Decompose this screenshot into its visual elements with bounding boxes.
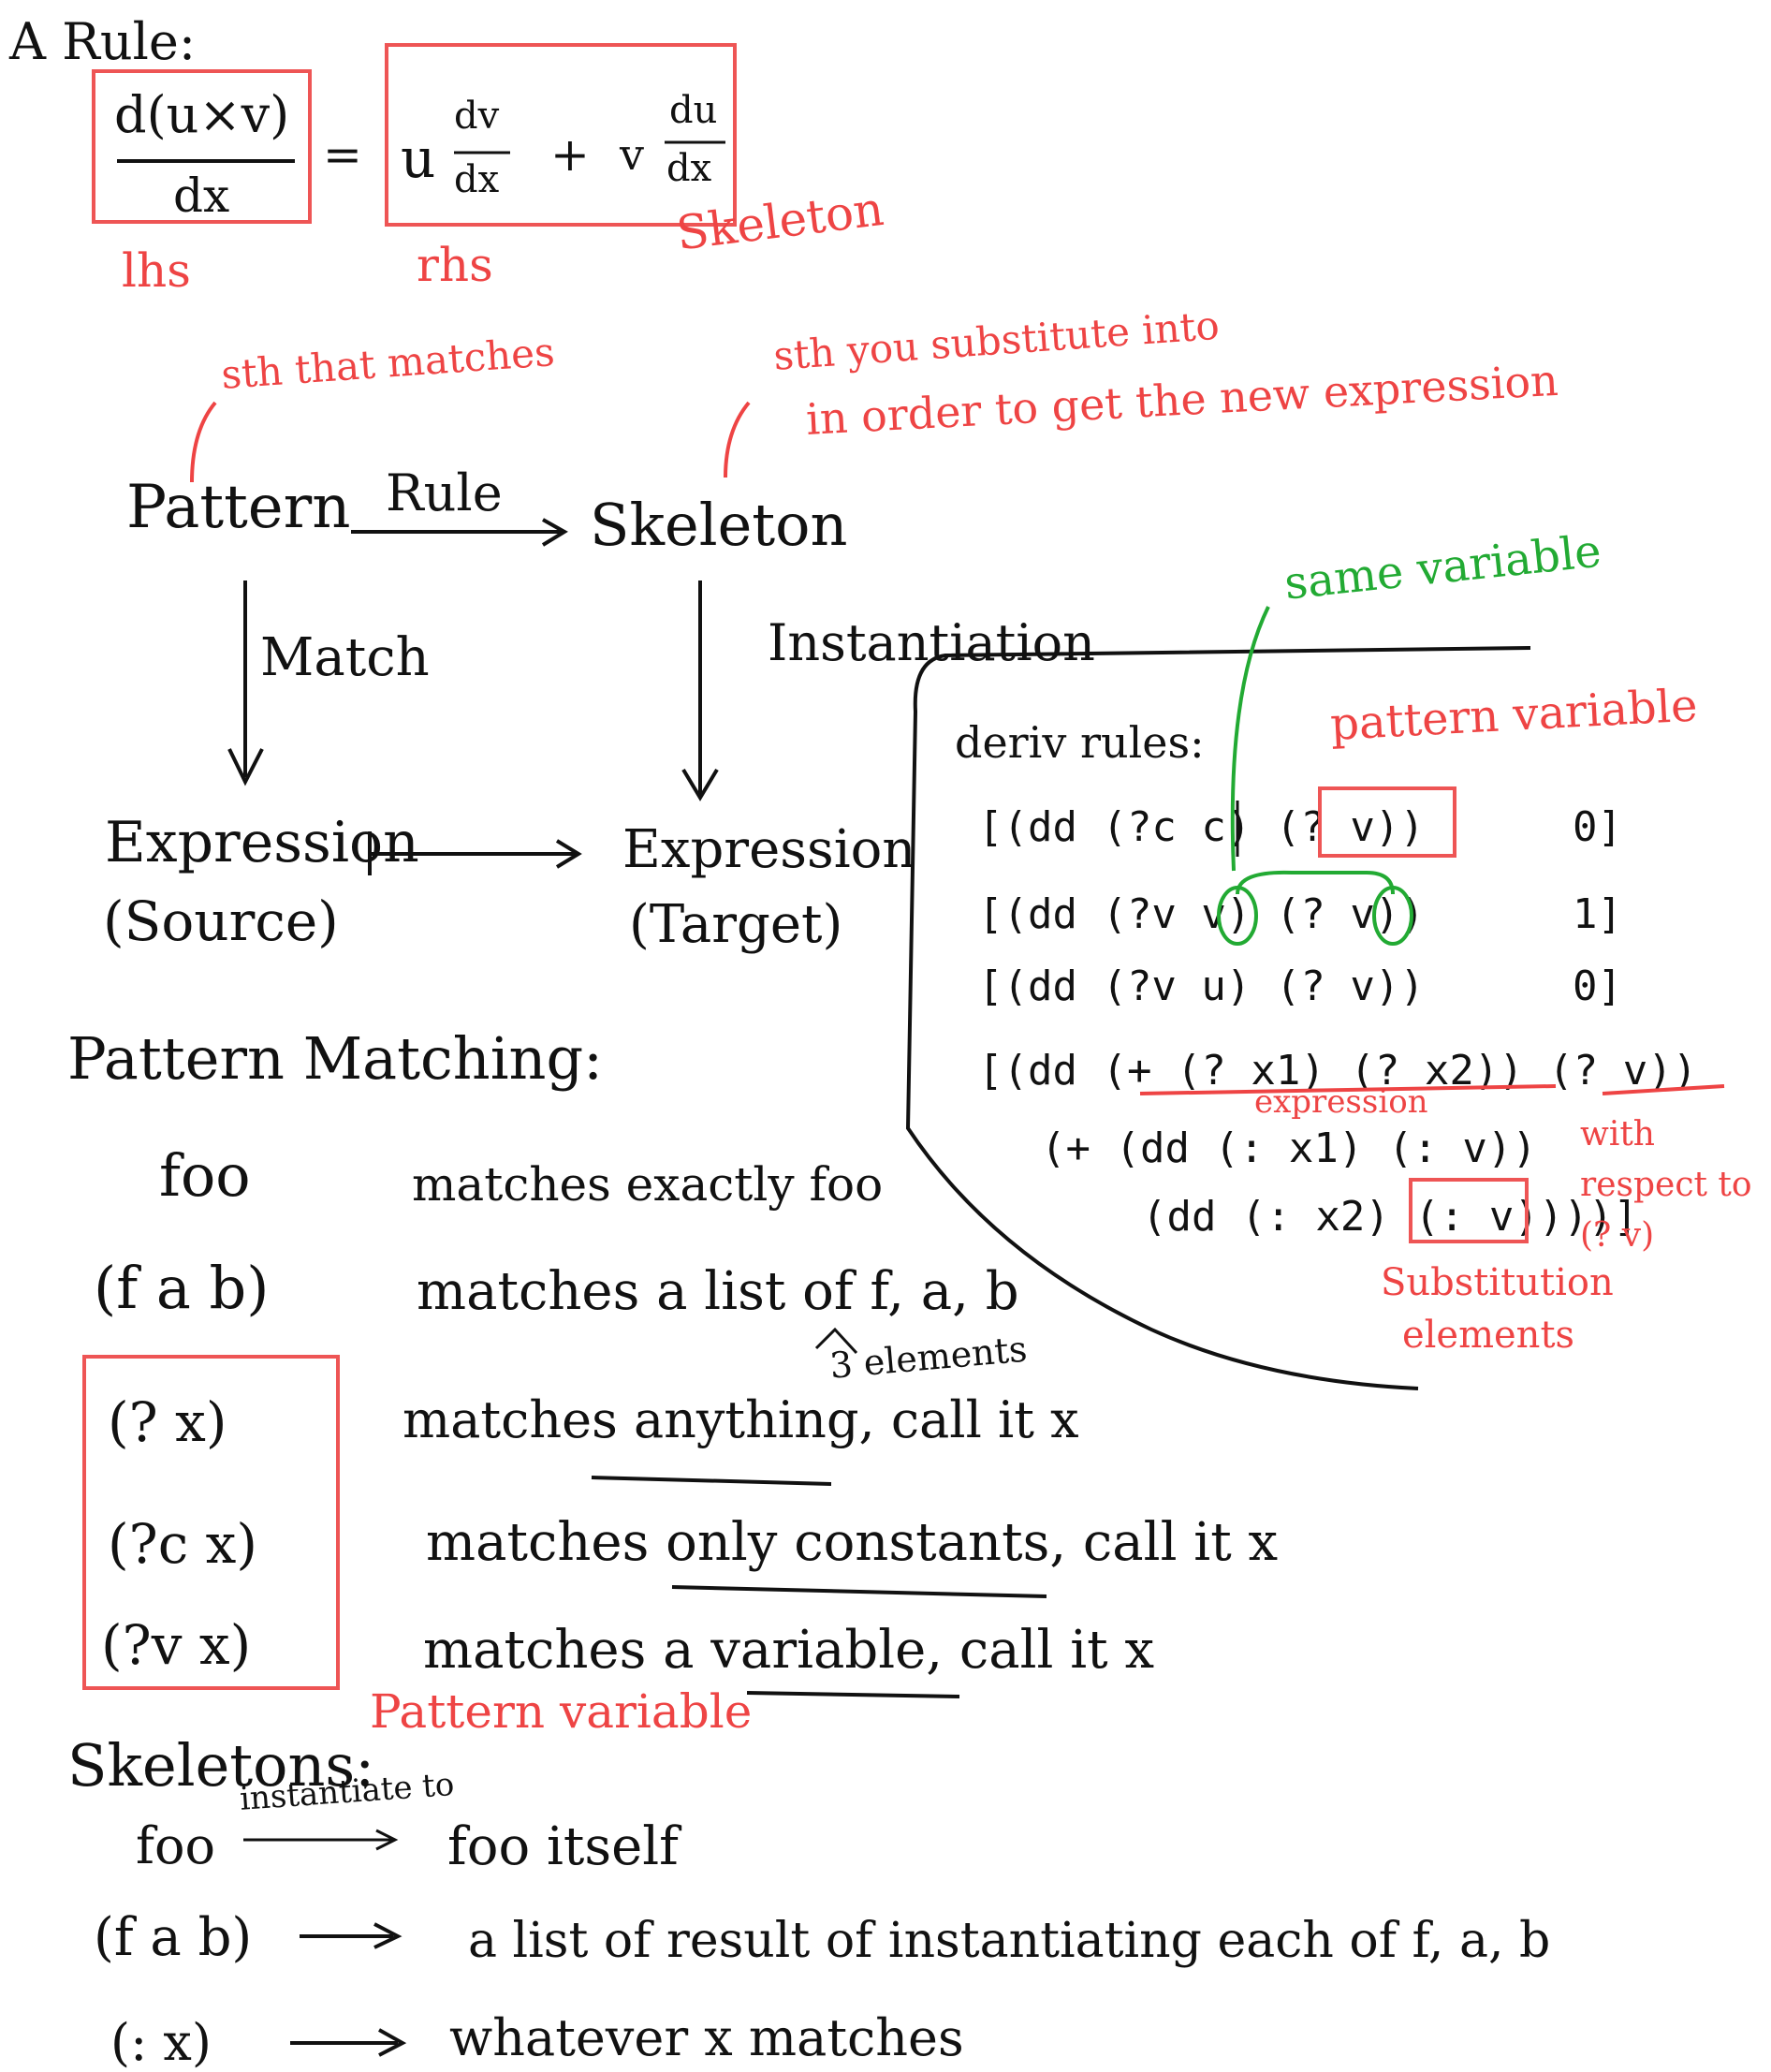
skeleton-note-hook (724, 401, 751, 478)
only-constants-underline (671, 1585, 1047, 1598)
pattern-note-hook (190, 401, 217, 483)
ink-strokes (117, 140, 1725, 2057)
v-circle-1 (1217, 886, 1258, 946)
v-circle-2 (1372, 886, 1413, 946)
same-variable-bridge (1236, 870, 1395, 895)
variable-underline-2 (746, 1691, 960, 1698)
anything-underline (591, 1476, 832, 1486)
expression-underline (1139, 1084, 1557, 1095)
three-elements-caret (814, 1327, 858, 1355)
deriv-panel-outline (905, 646, 1531, 1390)
variable-underline (1602, 1084, 1725, 1095)
